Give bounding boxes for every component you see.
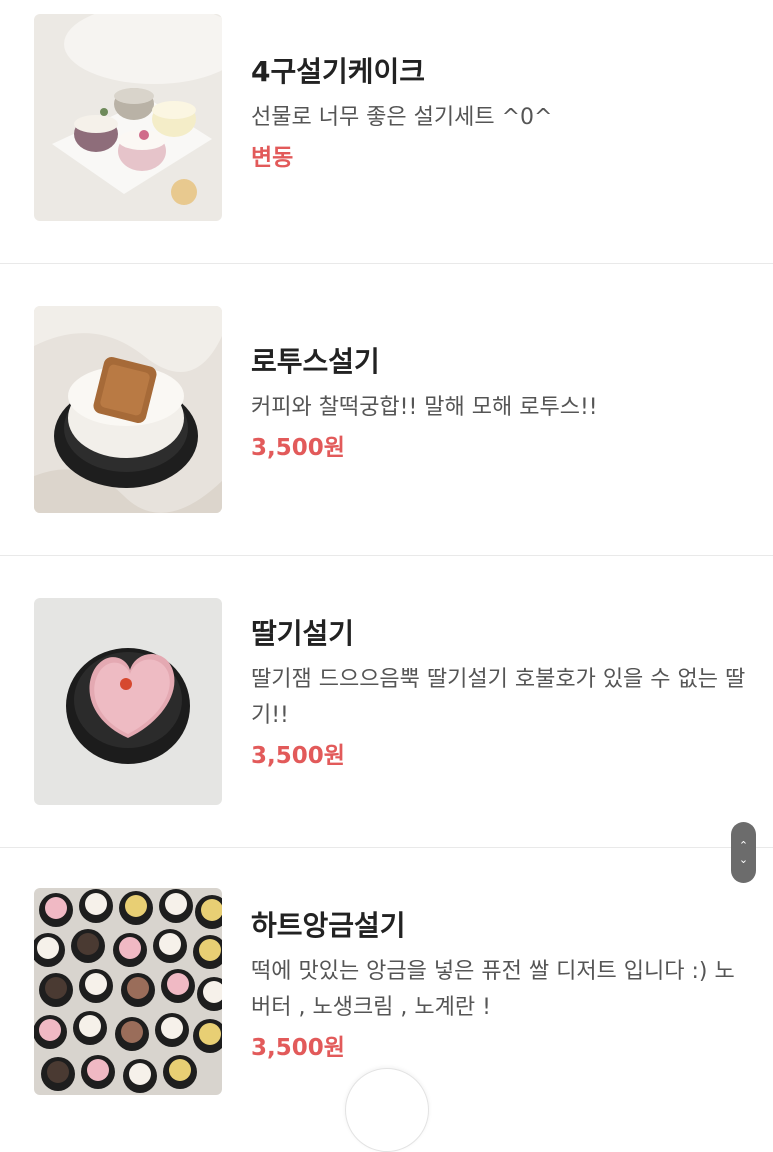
menu-item-price: 변동 xyxy=(251,145,294,171)
menu-item-description: 떡에 맛있는 앙금을 넣은 퓨전 쌀 디저트 입니다 :) 노 버터 , 노생크… xyxy=(251,959,735,1020)
chevron-up-icon[interactable]: ⌃ xyxy=(739,839,748,853)
menu-item-price: 3,500원 xyxy=(251,435,345,461)
menu-item-image[interactable] xyxy=(34,14,222,221)
menu-item[interactable]: 4구설기케이크 선물로 너무 좋은 설기세트 ^0^ 변동 xyxy=(0,0,773,291)
menu-item-image[interactable] xyxy=(34,598,222,805)
menu-item[interactable]: 딸기설기 딸기잼 드으으음뿍 딸기설기 호불호가 있을 수 없는 딸기!! 3,… xyxy=(0,556,773,847)
menu-item-image[interactable] xyxy=(34,888,222,1095)
menu-item-info: 4구설기케이크 선물로 너무 좋은 설기세트 ^0^ 변동 xyxy=(251,54,751,176)
floating-button[interactable] xyxy=(345,1068,429,1152)
menu-item-image[interactable] xyxy=(34,306,222,513)
menu-item-title: 4구설기케이크 xyxy=(251,55,426,88)
menu-item-info: 하트앙금설기 떡에 맛있는 앙금을 넣은 퓨전 쌀 디저트 입니다 :) 노 버… xyxy=(251,908,751,1066)
menu-item-description: 딸기잼 드으으음뿍 딸기설기 호불호가 있을 수 없는 딸기!! xyxy=(251,667,746,728)
menu-item-title: 딸기설기 xyxy=(251,617,355,650)
menu-item-description: 선물로 너무 좋은 설기세트 ^0^ xyxy=(251,105,553,130)
cake-photo-icon xyxy=(34,306,222,513)
cake-photo-icon xyxy=(34,888,222,1095)
menu-item-title: 로투스설기 xyxy=(251,345,380,378)
scroll-control[interactable]: ⌃ ⌄ xyxy=(731,822,756,883)
menu-item[interactable]: 로투스설기 커피와 찰떡궁합!! 말해 모해 로투스!! 3,500원 xyxy=(0,264,773,555)
menu-item-price: 3,500원 xyxy=(251,1035,345,1061)
menu-item-title: 하트앙금설기 xyxy=(251,909,406,942)
menu-item-info: 로투스설기 커피와 찰떡궁합!! 말해 모해 로투스!! 3,500원 xyxy=(251,344,751,466)
menu-item-price: 3,500원 xyxy=(251,743,345,769)
cake-photo-icon xyxy=(34,14,222,221)
cake-photo-icon xyxy=(34,598,222,805)
menu-item-info: 딸기설기 딸기잼 드으으음뿍 딸기설기 호불호가 있을 수 없는 딸기!! 3,… xyxy=(251,616,751,774)
chevron-down-icon[interactable]: ⌄ xyxy=(739,853,748,867)
menu-item-description: 커피와 찰떡궁합!! 말해 모해 로투스!! xyxy=(251,395,598,420)
